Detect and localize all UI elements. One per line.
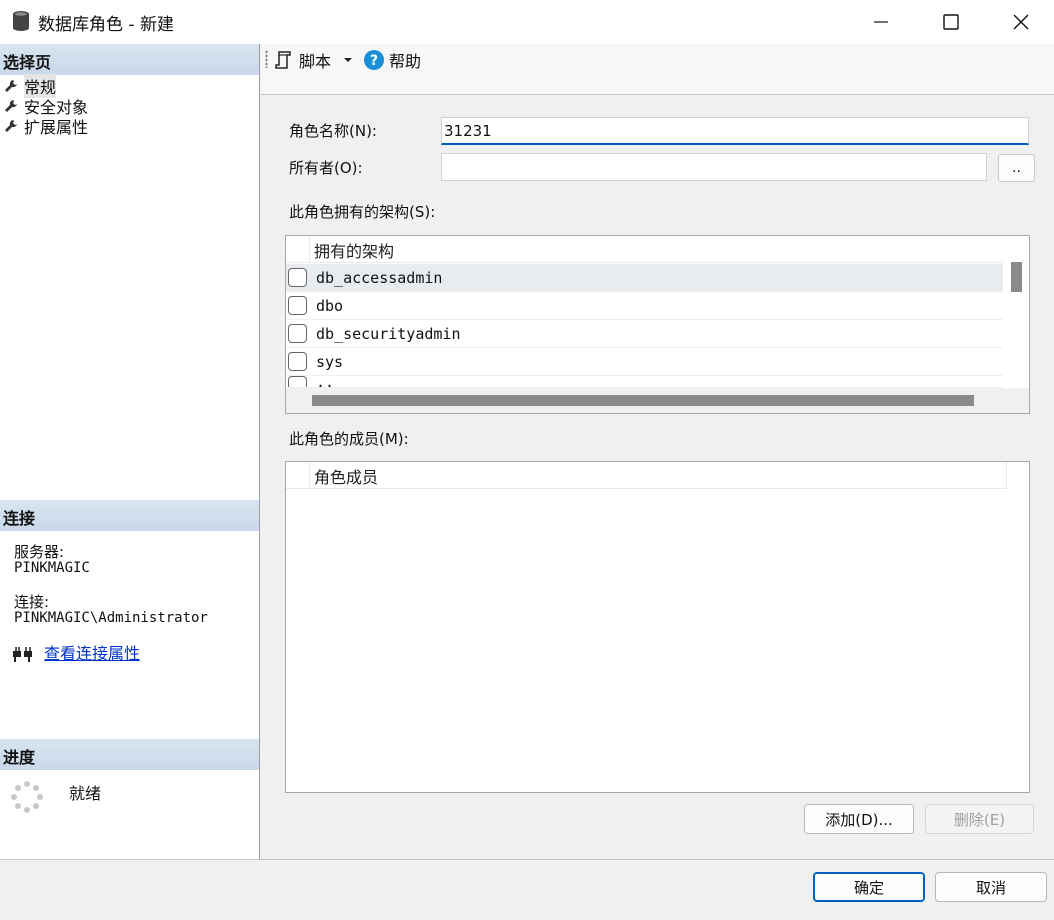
database-icon <box>12 10 30 32</box>
server-label: 服务器: <box>14 543 65 561</box>
add-member-button[interactable]: 添加(D)... <box>804 804 914 834</box>
schema-name: db_securityadmin <box>316 324 461 343</box>
schema-row[interactable]: dbo <box>286 292 1003 320</box>
window-title: 数据库角色 - 新建 <box>38 15 174 35</box>
schema-row[interactable]: .. <box>286 376 1003 388</box>
connection-header: 连接 <box>0 500 259 531</box>
schema-name: dbo <box>316 296 344 315</box>
ok-button[interactable]: 确定 <box>813 872 925 902</box>
wrench-icon <box>5 100 17 112</box>
nav-item-securables[interactable]: 安全对象 <box>4 96 88 117</box>
schemas-horizontal-scrollbar[interactable] <box>286 388 1029 413</box>
cancel-button[interactable]: 取消 <box>935 872 1047 902</box>
schemas-vertical-scrollbar[interactable] <box>1005 236 1029 388</box>
progress-header: 进度 <box>0 739 259 770</box>
owner-input[interactable] <box>441 153 987 181</box>
script-button[interactable]: 脚本 <box>273 49 353 71</box>
members-label: 此角色的成员(M): <box>289 430 409 448</box>
select-page-header: 选择页 <box>0 44 259 75</box>
toolbar: 脚本 ? 帮助 <box>261 44 1054 95</box>
schemas-grid-header: 拥有的架构 <box>286 236 1003 263</box>
svg-text:?: ? <box>370 53 378 69</box>
help-icon: ? <box>364 50 384 70</box>
schema-row[interactable]: db_accessadmin <box>286 264 1003 292</box>
wrench-icon <box>5 80 17 92</box>
schema-name: .. <box>316 376 335 388</box>
nav-item-extended-properties[interactable]: 扩展属性 <box>4 116 89 137</box>
schemas-label: 此角色拥有的架构(S): <box>289 203 436 221</box>
wrench-icon <box>5 120 17 132</box>
scrollbar-thumb[interactable] <box>312 395 974 406</box>
role-name-input[interactable]: 31231 <box>441 117 1029 145</box>
title-bar: 数据库角色 - 新建 <box>0 0 1054 44</box>
nav-item-label: 扩展属性 <box>24 118 89 137</box>
members-grid-header: 角色成员 <box>286 462 1007 489</box>
close-icon <box>1013 14 1029 30</box>
close-button[interactable] <box>986 0 1054 44</box>
minimize-icon <box>874 21 888 23</box>
schema-name: sys <box>316 352 344 371</box>
view-connection-properties-link[interactable]: 查看连接属性 <box>44 640 140 664</box>
owner-label: 所有者(O): <box>289 159 363 177</box>
script-label: 脚本 <box>299 52 332 71</box>
schema-checkbox[interactable] <box>288 352 307 371</box>
role-members-column-header: 角色成员 <box>314 468 379 487</box>
toolbar-grip <box>265 50 268 68</box>
owned-schemas-column-header: 拥有的架构 <box>314 242 395 261</box>
maximize-button[interactable] <box>916 0 986 44</box>
dialog-footer: 确定 取消 <box>0 859 1054 920</box>
maximize-icon <box>943 14 959 30</box>
schemas-grid: 拥有的架构 db_accessadmin dbo db_securityadmi… <box>285 235 1030 414</box>
remove-member-button[interactable]: 删除(E) <box>925 804 1034 834</box>
server-value: PINKMAGIC <box>14 560 90 576</box>
schema-checkbox[interactable] <box>288 324 307 343</box>
schema-row[interactable]: db_securityadmin <box>286 320 1003 348</box>
role-name-label: 角色名称(N): <box>289 122 377 140</box>
members-grid: 角色成员 <box>285 461 1030 793</box>
dropdown-arrow-icon[interactable] <box>343 55 353 65</box>
connection-label: 连接: <box>14 593 50 611</box>
schema-checkbox[interactable] <box>288 376 307 387</box>
schema-checkbox[interactable] <box>288 296 307 315</box>
connection-value: PINKMAGIC\Administrator <box>14 610 208 626</box>
schema-checkbox[interactable] <box>288 268 307 287</box>
scrollbar-thumb[interactable] <box>1011 262 1022 292</box>
dialog-window: 数据库角色 - 新建 选择页 常规 安全对象 扩展属性 连接 服务器: PINK… <box>0 0 1054 920</box>
minimize-button[interactable] <box>846 0 916 44</box>
connection-properties-icon <box>12 645 34 667</box>
main-content: 角色名称(N): 31231 所有者(O): .. 此角色拥有的架构(S): 拥… <box>261 96 1054 858</box>
help-button[interactable]: ? 帮助 <box>363 49 421 71</box>
schema-name: db_accessadmin <box>316 268 443 287</box>
script-icon <box>275 51 291 69</box>
nav-item-general[interactable]: 常规 <box>4 74 57 98</box>
owner-browse-button[interactable]: .. <box>998 154 1035 182</box>
progress-spinner-icon <box>11 781 43 817</box>
help-label: 帮助 <box>389 52 422 71</box>
left-pane: 选择页 常规 安全对象 扩展属性 连接 服务器: PINKMAGIC 连接: P… <box>0 44 260 859</box>
schema-row[interactable]: sys <box>286 348 1003 376</box>
progress-status: 就绪 <box>69 784 102 803</box>
